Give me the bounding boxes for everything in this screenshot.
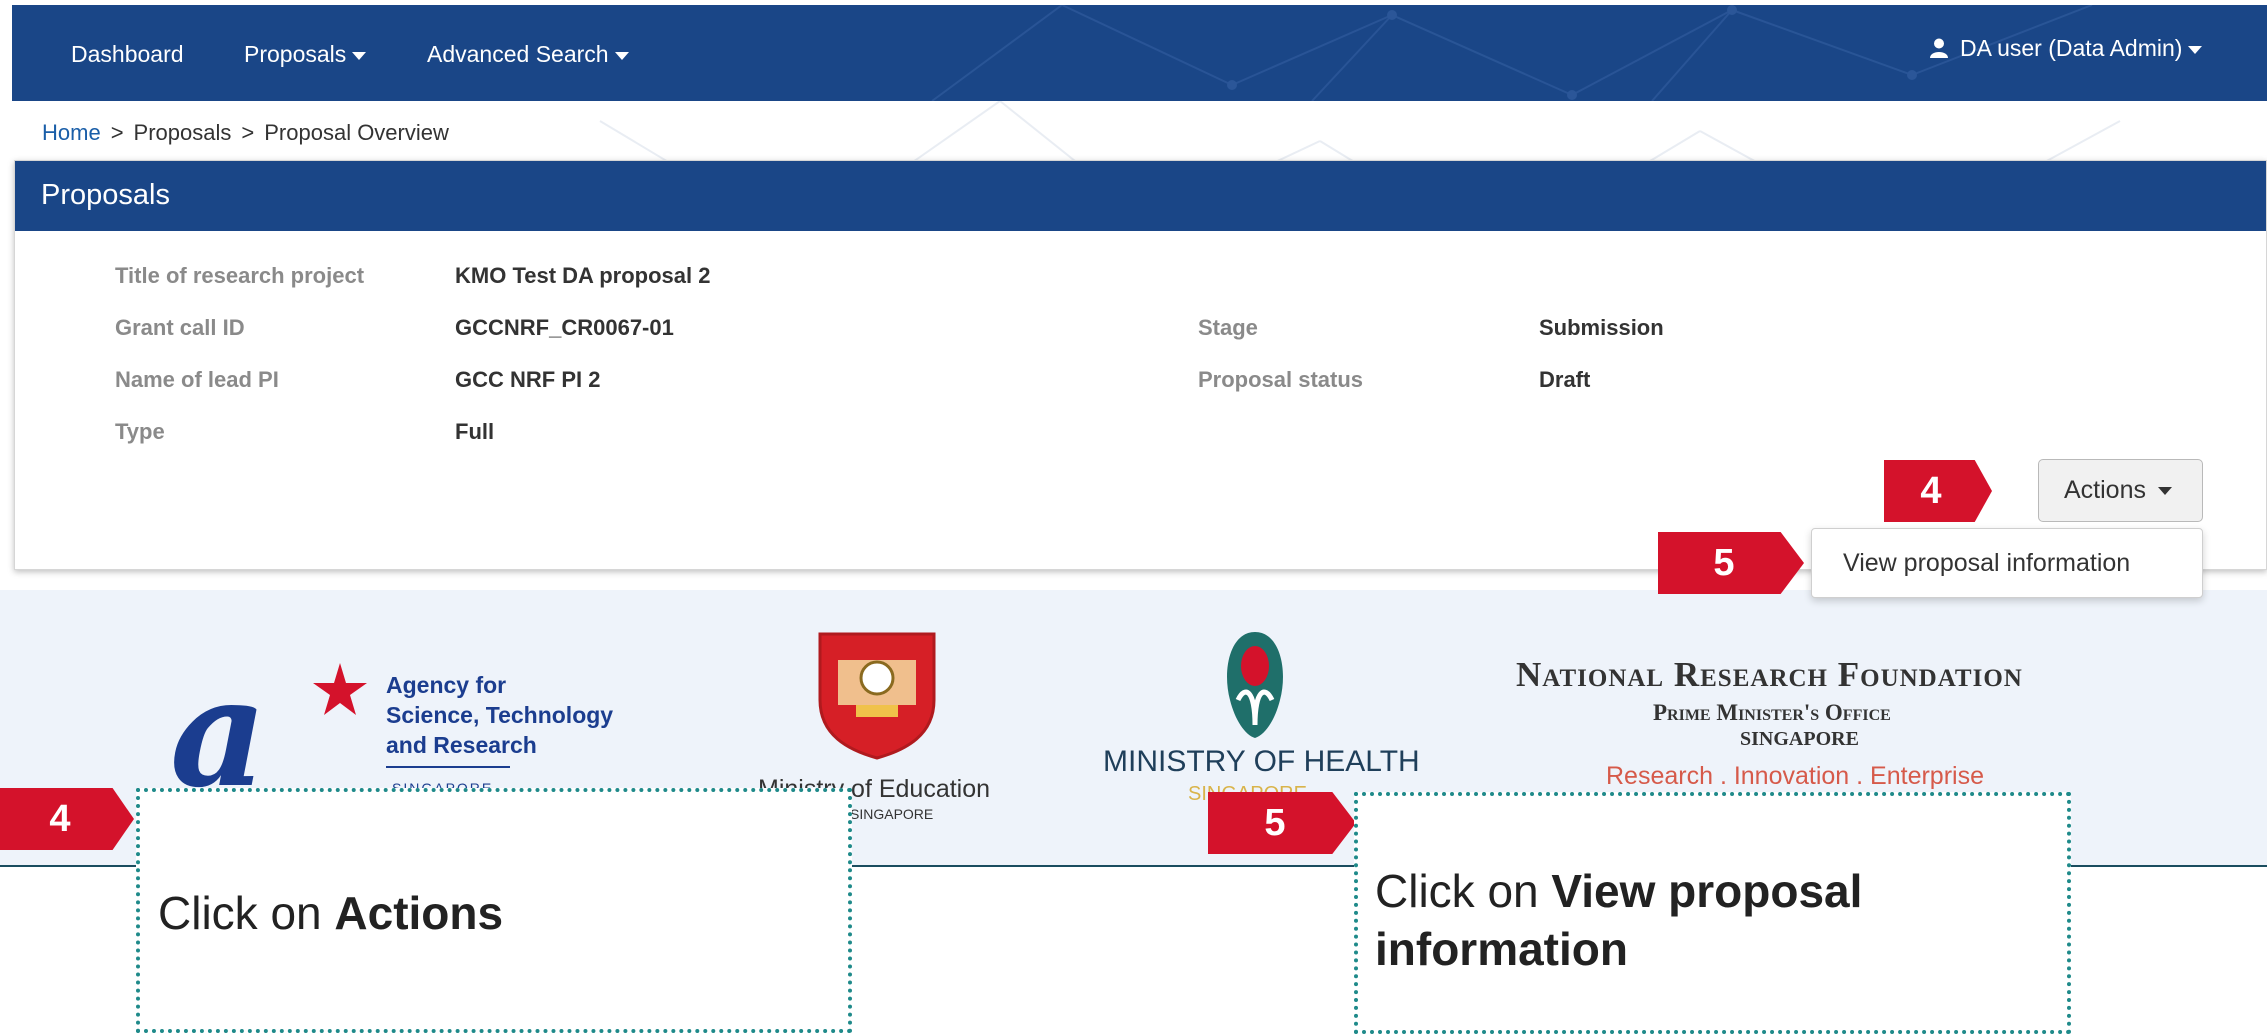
actions-button[interactable]: Actions [2038, 459, 2203, 522]
moe-crest-icon [818, 632, 936, 760]
astar-divider [386, 766, 510, 768]
callout-actions-prefix: Click on [158, 887, 335, 939]
step-4-marker: 4 [1884, 460, 1992, 522]
lead-pi-label: Name of lead PI [115, 367, 279, 392]
user-menu[interactable]: DA user (Data Admin) [1930, 35, 2203, 62]
actions-button-label: Actions [2064, 476, 2146, 504]
nrf-name: National Research Foundation [1516, 655, 2023, 694]
top-navbar: Dashboard Proposals Advanced Search DA u… [12, 5, 2267, 101]
breadcrumb: Home > Proposals > Proposal Overview [42, 120, 449, 146]
caret-down-icon [2188, 45, 2203, 54]
astar-logo-icon: a [170, 655, 367, 795]
nrf-tagline: Research . Innovation . Enterprise [1606, 762, 1984, 790]
panel-title: Proposals [41, 179, 170, 211]
svg-text:a: a [170, 655, 267, 795]
moh-logo-icon [1227, 632, 1283, 738]
step-5-callout-marker: 5 [1208, 792, 1356, 854]
callout-actions-bold: Actions [334, 887, 504, 939]
title-value: KMO Test DA proposal 2 [455, 263, 711, 288]
lead-pi-value: GCC NRF PI 2 [455, 367, 601, 392]
title-label: Title of research project [115, 263, 365, 288]
caret-down-icon [614, 51, 629, 60]
user-name: DA user (Data Admin) [1960, 35, 2183, 61]
type-value: Full [455, 419, 495, 444]
nav-dashboard[interactable]: Dashboard [71, 41, 184, 68]
astar-line2: Science, Technology [386, 702, 614, 728]
step-4-callout-marker: 4 [0, 788, 134, 850]
breadcrumb-proposals[interactable]: Proposals [134, 120, 232, 145]
stage-value: Submission [1539, 315, 1664, 340]
stage-label: Stage [1198, 315, 1258, 340]
caret-down-icon [2157, 487, 2172, 496]
breadcrumb-separator: > [110, 120, 124, 145]
breadcrumb-separator: > [241, 120, 255, 145]
caret-down-icon [352, 51, 367, 60]
callout-actions: Click on Actions [136, 788, 852, 1033]
grant-call-value: GCCNRF_CR0067-01 [455, 315, 674, 340]
step-5-marker: 5 [1658, 532, 1804, 594]
astar-line1: Agency for [386, 672, 507, 698]
callout-view-prefix: Click on [1375, 865, 1552, 917]
nrf-office: Prime Minister's Office [1653, 700, 1891, 725]
nav-proposals[interactable]: Proposals [244, 41, 367, 68]
astar-wordmark: Agency for Science, Technology and Resea… [386, 670, 613, 760]
breadcrumb-home[interactable]: Home [42, 120, 101, 145]
view-proposal-information-item[interactable]: View proposal information [1843, 549, 2130, 578]
panel-header: Proposals [15, 161, 2266, 231]
moe-country: SINGAPORE [850, 806, 934, 822]
grant-call-label: Grant call ID [115, 315, 245, 340]
nav-advanced-search[interactable]: Advanced Search [427, 41, 629, 68]
nav-proposals-label: Proposals [244, 41, 347, 67]
callout-view-proposal: Click on View proposal information [1354, 792, 2071, 1034]
proposal-status-value: Draft [1539, 367, 1591, 392]
callout-view-proposal-text: Click on View proposal information [1375, 862, 2015, 978]
breadcrumb-current: Proposal Overview [264, 120, 449, 145]
callout-actions-text: Click on Actions [158, 884, 503, 942]
nrf-country: SINGAPORE [1740, 728, 1859, 750]
nav-advanced-search-label: Advanced Search [427, 41, 609, 67]
user-icon [1930, 38, 1948, 58]
astar-line3: and Research [386, 732, 537, 758]
actions-dropdown-menu: View proposal information [1811, 528, 2203, 598]
proposal-status-label: Proposal status [1198, 367, 1364, 392]
moh-name: MINISTRY OF HEALTH [1103, 745, 1420, 778]
type-label: Type [115, 419, 165, 444]
